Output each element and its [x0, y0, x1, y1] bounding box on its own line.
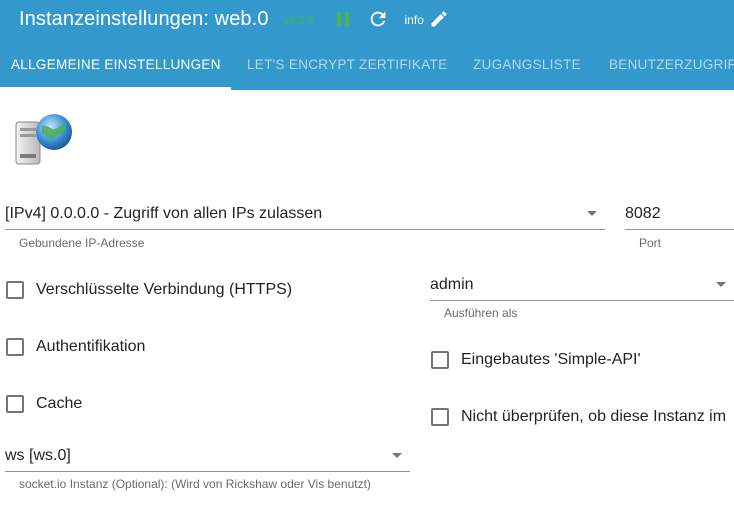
dropdown-arrow-icon [392, 453, 402, 458]
bind-ip-select[interactable]: [IPv4] 0.0.0.0 - Zugriff von allen IPs z… [5, 198, 605, 230]
socketio-select[interactable]: ws [ws.0] [5, 440, 410, 472]
bind-ip-value: [IPv4] 0.0.0.0 - Zugriff von allen IPs z… [5, 204, 323, 222]
simple-api-checkbox-row[interactable]: Eingebautes 'Simple-API' [431, 348, 641, 372]
server-globe-icon [15, 114, 72, 165]
run-as-select[interactable]: admin [430, 269, 734, 301]
https-label: Verschlüsselte Verbindung (HTTPS) [36, 281, 293, 298]
auth-checkbox-row[interactable]: Authentifikation [6, 335, 145, 359]
edit-icon[interactable] [429, 9, 449, 29]
auth-checkbox[interactable] [6, 338, 24, 356]
tab-user-access[interactable]: Benutzerzugriff [609, 40, 734, 90]
no-check-checkbox[interactable] [431, 408, 449, 426]
tab-general-settings[interactable]: Allgemeine Einstellungen [11, 40, 221, 90]
auth-label: Authentifikation [36, 338, 146, 355]
dropdown-arrow-icon [587, 211, 597, 216]
info-label: info [404, 13, 424, 27]
simple-api-label: Eingebautes 'Simple-API' [461, 351, 641, 368]
title-row: Instanzeinstellungen: web.0 v6.2.5 info [19, 6, 449, 32]
run-as-value: admin [430, 275, 474, 293]
tab-bar: Allgemeine Einstellungen Let's Encrypt Z… [0, 40, 734, 90]
port-helper: Port [639, 236, 662, 250]
tab-access-list[interactable]: Zugangsliste [473, 40, 581, 90]
https-checkbox-row[interactable]: Verschlüsselte Verbindung (HTTPS) [6, 278, 292, 302]
dropdown-arrow-icon [716, 282, 726, 287]
refresh-icon[interactable] [367, 8, 389, 30]
page-title: Instanzeinstellungen: web.0 [19, 7, 269, 30]
port-value: 8082 [625, 204, 661, 222]
socketio-value: ws [ws.0] [5, 446, 71, 464]
pause-icon[interactable] [335, 11, 351, 27]
port-input[interactable]: 8082 [625, 198, 734, 230]
version-label: v6.2.5 [283, 14, 314, 27]
https-checkbox[interactable] [6, 281, 24, 299]
app-bar: Instanzeinstellungen: web.0 v6.2.5 info … [0, 0, 734, 90]
cache-label: Cache [36, 395, 83, 412]
no-check-checkbox-row[interactable]: Nicht überprüfen, ob diese Instanz im [431, 405, 734, 429]
run-as-helper: Ausführen als [444, 306, 518, 320]
tab-letsencrypt[interactable]: Let's Encrypt Zertifikate [247, 40, 447, 90]
no-check-label: Nicht überprüfen, ob diese Instanz im [461, 408, 727, 425]
socketio-helper: socket.io Instanz (Optional): (Wird von … [19, 477, 371, 491]
bind-ip-helper: Gebundene IP-Adresse [19, 236, 145, 250]
cache-checkbox[interactable] [6, 395, 24, 413]
simple-api-checkbox[interactable] [431, 351, 449, 369]
cache-checkbox-row[interactable]: Cache [6, 392, 82, 416]
tab-indicator [0, 87, 231, 90]
